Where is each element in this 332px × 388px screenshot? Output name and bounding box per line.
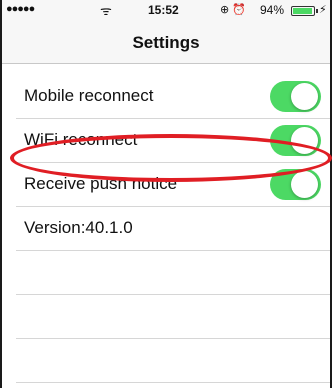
signal-strength: ●●●●● xyxy=(6,3,35,15)
battery-percentage: 94% xyxy=(260,3,285,17)
toggle-knob xyxy=(291,83,318,110)
battery-fill xyxy=(293,8,312,14)
empty-row xyxy=(2,295,330,339)
status-time: 15:52 xyxy=(148,3,179,17)
lock-rotation-icon: ⊕ ⏰ xyxy=(220,3,246,16)
status-bar: ●●●●● ᯤ 15:52 ⊕ ⏰ 94% ⚡ xyxy=(2,0,330,20)
version-row: Version:40.1.0 xyxy=(2,207,330,251)
phone-screen: ●●●●● ᯤ 15:52 ⊕ ⏰ 94% ⚡ Settings Mobile … xyxy=(0,0,332,388)
toggle-knob xyxy=(291,127,318,154)
setting-label: WiFi reconnect xyxy=(24,130,138,149)
battery-icon xyxy=(291,6,315,16)
toggle-knob xyxy=(291,171,318,198)
alarm-icon: ⏰ xyxy=(232,4,246,16)
orientation-lock-icon: ⊕ xyxy=(220,4,230,16)
empty-row xyxy=(2,339,330,383)
setting-label: Mobile reconnect xyxy=(24,86,154,105)
wifi-reconnect-toggle[interactable] xyxy=(270,125,321,156)
battery-cap xyxy=(316,9,318,13)
setting-label: Receive push notice xyxy=(24,174,178,193)
charging-bolt-icon: ⚡ xyxy=(319,4,327,16)
row-divider xyxy=(16,382,330,383)
wifi-icon: ᯤ xyxy=(100,3,112,18)
mobile-reconnect-toggle[interactable] xyxy=(270,81,321,112)
setting-row-mobile-reconnect: Mobile reconnect xyxy=(2,75,330,119)
push-notice-toggle[interactable] xyxy=(270,169,321,200)
empty-row xyxy=(2,251,330,295)
version-label: Version:40.1.0 xyxy=(24,218,133,237)
navigation-bar: Settings xyxy=(2,20,330,64)
page-title: Settings xyxy=(132,33,200,52)
setting-row-wifi-reconnect: WiFi reconnect xyxy=(2,119,330,163)
setting-row-push-notice: Receive push notice xyxy=(2,163,330,207)
